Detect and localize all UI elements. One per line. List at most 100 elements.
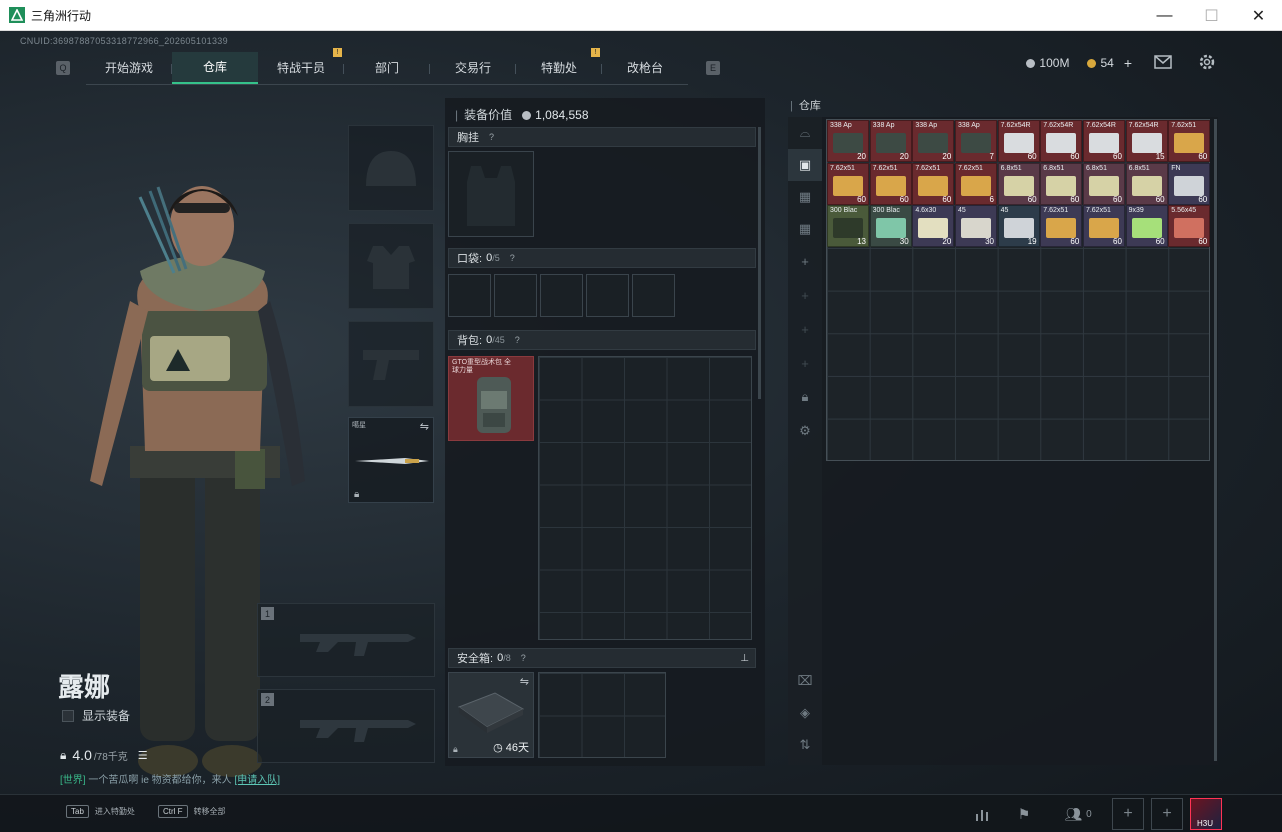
stash-item[interactable]: 45 19 [997,205,1040,248]
pocket-slot[interactable] [586,274,629,317]
item-name: 6.8x51 [1043,164,1065,172]
add-teammate-button[interactable]: + [1151,798,1183,830]
show-equipment-toggle[interactable]: 显示装备 [62,707,130,724]
plus-icon: + [801,355,809,371]
stash-tab-add[interactable]: + [788,245,822,277]
lock-icon: 🔒︎ [354,489,360,500]
armor-slot[interactable] [348,223,434,309]
stash-item[interactable]: 6.8x51 60 [997,162,1040,205]
stash-tab-3[interactable]: ▦ [788,181,822,213]
equipment-scrollbar[interactable] [758,127,761,399]
stash-item[interactable]: 7.62x51 60 [912,162,955,205]
stash-tab-ammo[interactable]: ▣ [788,149,822,181]
nav-prev-key[interactable]: Q [56,61,70,75]
stash-item[interactable]: 6.8x51 60 [1082,162,1125,205]
stash-item[interactable]: 7.62x54R 60 [1082,120,1125,162]
hint-special-ops[interactable]: Tab 进入特勤处 [66,805,135,818]
swap-icon[interactable]: ⇋ [420,420,429,433]
stash-settings[interactable]: ⚙ [788,415,822,447]
tab-start-game[interactable]: 开始游戏 [86,52,172,84]
stash-item[interactable]: 7.62x51 60 [1040,205,1083,248]
pin-icon[interactable]: ⊥ [740,653,749,664]
stash-item[interactable]: 9x39 60 [1125,205,1168,248]
stash-item[interactable]: 7.62x54R 15 [1125,120,1168,162]
stash-item[interactable]: 45 30 [954,205,997,248]
tab-department[interactable]: 部门 [344,52,430,84]
flag-icon[interactable]: ⚑ [1008,798,1040,830]
stash-tab-4[interactable]: ▦ [788,213,822,245]
stash-item[interactable]: 338 Ap 20 [827,120,869,162]
stash-item[interactable]: 6.8x51 60 [1040,162,1083,205]
sidearm-slot[interactable] [348,321,434,407]
stash-item[interactable]: 7.62x51 6 [954,162,997,205]
stash-tab-add-locked[interactable]: + [788,347,822,379]
tab-operators[interactable]: 特战干员! [258,47,344,84]
stash-item[interactable]: 4.6x30 20 [912,205,955,248]
stash-item[interactable]: FN 60 [1168,162,1211,205]
melee-slot[interactable]: 噶星 ⇋ 🔒︎ [348,417,434,503]
item-name: 6.8x51 [1128,164,1150,172]
stash-item[interactable]: 300 Blac 13 [827,205,869,248]
stash-lock[interactable]: 🔒︎ [788,381,822,413]
stash-scrollbar[interactable] [1214,119,1217,761]
tab-special-ops[interactable]: 特勤处! [516,47,602,84]
backpack-grid[interactable] [538,356,752,640]
tab-warehouse[interactable]: 仓库 [172,51,258,84]
stash-tool-2[interactable]: ◈ [788,697,822,729]
list-icon[interactable]: ☰ [138,749,148,762]
settings-icon[interactable] [1198,53,1216,76]
add-teammate-button[interactable]: + [1112,798,1144,830]
pocket-slot[interactable] [632,274,675,317]
stash-item[interactable]: 7.62x54R 60 [997,120,1040,162]
item-quantity: 20 [942,237,952,247]
safe-box-slot[interactable]: ⇋ 🔒︎ ◷ 46天 [448,672,534,758]
player-avatar[interactable]: H3U [1190,798,1222,830]
pocket-slot[interactable] [540,274,583,317]
stash-item[interactable]: 300 Blac 30 [869,205,912,248]
pocket-slot[interactable] [494,274,537,317]
help-icon[interactable]: ? [489,132,494,142]
add-currency-button[interactable]: + [1124,55,1132,71]
stash-tab-add-locked[interactable]: + [788,313,822,345]
mail-icon[interactable] [1154,55,1172,74]
help-icon[interactable]: ? [510,253,515,263]
help-icon[interactable]: ? [521,653,526,663]
lock-icon: 🔒︎ [801,389,809,404]
stash-tab-gear[interactable]: ⌓ [788,117,822,149]
minimize-button[interactable]: — [1141,0,1188,31]
secondary-weapon-slot[interactable]: 2 [257,689,435,763]
stash-grid[interactable]: 338 Ap 20 338 Ap 20 338 Ap 20 338 Ap 7 7.62x54R 6… [826,119,1211,461]
stash-item[interactable]: 7.62x51 60 [1168,120,1211,162]
backpack-slot[interactable]: GTO重型战术包 全球力量 [448,356,534,441]
swap-icon[interactable]: ⇋ [520,675,529,688]
stash-item[interactable]: 7.62x51 60 [869,162,912,205]
stash-item[interactable]: 338 Ap 7 [954,120,997,162]
chest-rig-slot[interactable] [448,151,534,237]
stash-item[interactable]: 6.8x51 60 [1125,162,1168,205]
pocket-slot[interactable] [448,274,491,317]
nav-next-key[interactable]: E [706,61,720,75]
tab-trading[interactable]: 交易行 [430,52,516,84]
help-icon[interactable]: ? [515,335,520,345]
stash-item[interactable]: 338 Ap 20 [869,120,912,162]
team-button[interactable]: 👥︎ 0 [1056,798,1100,830]
tab-gunsmith[interactable]: 改枪台 [602,52,688,84]
stash-item[interactable]: 5.56x45 60 [1168,205,1211,248]
primary-weapon-slot[interactable]: 1 [257,603,435,677]
stash-item[interactable]: 7.62x54R 60 [1040,120,1083,162]
safe-box-grid[interactable] [538,672,666,758]
item-name: 7.62x51 [830,164,855,172]
stash-item[interactable]: 7.62x51 60 [1082,205,1125,248]
helmet-slot[interactable] [348,125,434,211]
stash-tool-1[interactable]: ⌧ [788,665,822,697]
close-button[interactable]: ✕ [1235,0,1282,31]
stash-tool-3[interactable]: ⇅ [788,729,822,761]
stats-icon[interactable] [966,798,998,830]
maximize-button[interactable]: ☐ [1188,0,1235,31]
show-equipment-checkbox[interactable] [62,709,74,722]
stash-item[interactable]: 338 Ap 20 [912,120,955,162]
chat-join-link[interactable]: [申请入队] [234,775,280,786]
stash-tab-add-locked[interactable]: + [788,279,822,311]
hint-transfer-all[interactable]: Ctrl F 转移全部 [158,805,226,818]
stash-item[interactable]: 7.62x51 60 [827,162,869,205]
